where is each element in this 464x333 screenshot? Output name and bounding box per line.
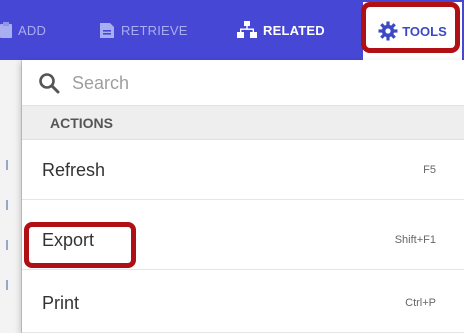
menu-item-label: Refresh (42, 160, 106, 180)
tools-label: TOOLS (402, 23, 447, 39)
gear-icon (378, 21, 398, 41)
add-label: ADD (18, 22, 47, 38)
top-toolbar: ADD RETRIEVE RELATED TOOLS (0, 0, 464, 60)
menu-item-print[interactable]: Print Ctrl+P (22, 273, 464, 333)
menu-item-label: Print (42, 293, 80, 313)
retrieve-button[interactable]: RETRIEVE (99, 0, 188, 60)
menu-item-refresh[interactable]: Refresh F5 (22, 140, 464, 200)
related-button[interactable]: RELATED (237, 0, 325, 60)
sitemap-icon (237, 21, 257, 39)
search-icon (38, 72, 60, 99)
background-panel (0, 60, 22, 333)
background-mark (6, 280, 14, 290)
search-input[interactable] (72, 71, 432, 95)
add-button[interactable]: ADD (0, 0, 46, 60)
clipboard-icon (0, 22, 12, 38)
menu-item-shortcut: Ctrl+P (405, 297, 436, 309)
menu-item-shortcut: F5 (423, 164, 436, 176)
related-label: RELATED (263, 22, 325, 38)
menu-item-export[interactable]: Export Shift+F1 (22, 210, 464, 270)
retrieve-label: RETRIEVE (121, 22, 188, 38)
background-mark (6, 200, 14, 210)
menu-item-shortcut: Shift+F1 (394, 234, 436, 246)
tools-tab[interactable]: TOOLS (363, 2, 462, 60)
document-icon (99, 22, 115, 39)
background-mark (6, 160, 14, 170)
actions-section-header: ACTIONS (22, 106, 464, 140)
search-row (22, 60, 464, 106)
background-mark (6, 240, 14, 250)
tools-dropdown-menu: ACTIONS Refresh F5 Export Shift+F1 Print… (22, 60, 464, 333)
menu-item-label: Export (42, 230, 95, 250)
section-header-label: ACTIONS (50, 114, 113, 131)
